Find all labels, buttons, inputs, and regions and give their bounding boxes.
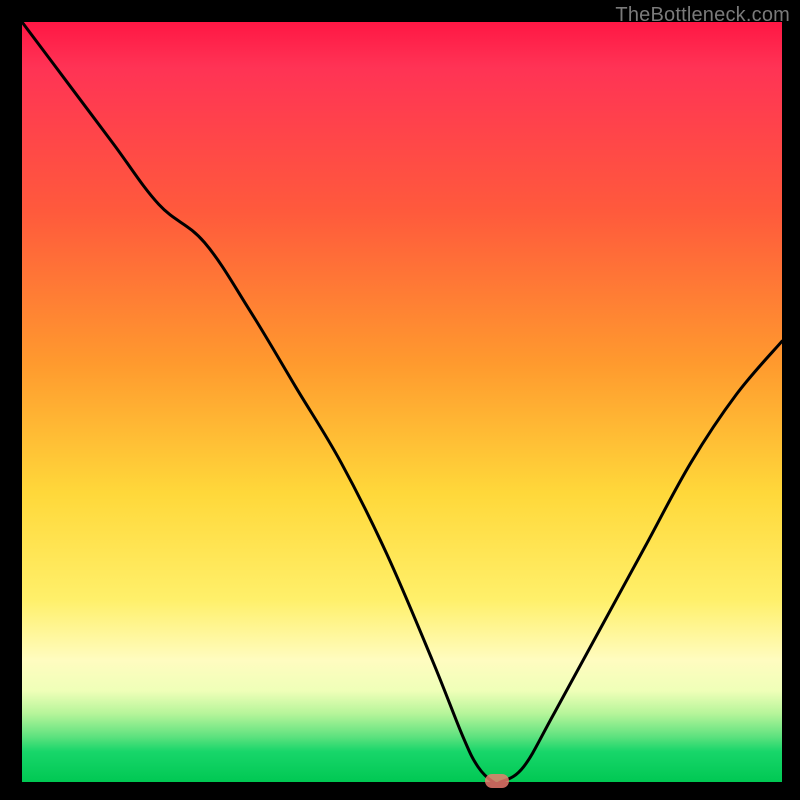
image-frame: TheBottleneck.com bbox=[0, 0, 800, 800]
plot-area bbox=[22, 22, 782, 782]
minimum-marker bbox=[485, 774, 509, 788]
chart-svg bbox=[22, 22, 782, 782]
attribution-text: TheBottleneck.com bbox=[615, 4, 790, 27]
bottleneck-curve bbox=[22, 22, 782, 784]
